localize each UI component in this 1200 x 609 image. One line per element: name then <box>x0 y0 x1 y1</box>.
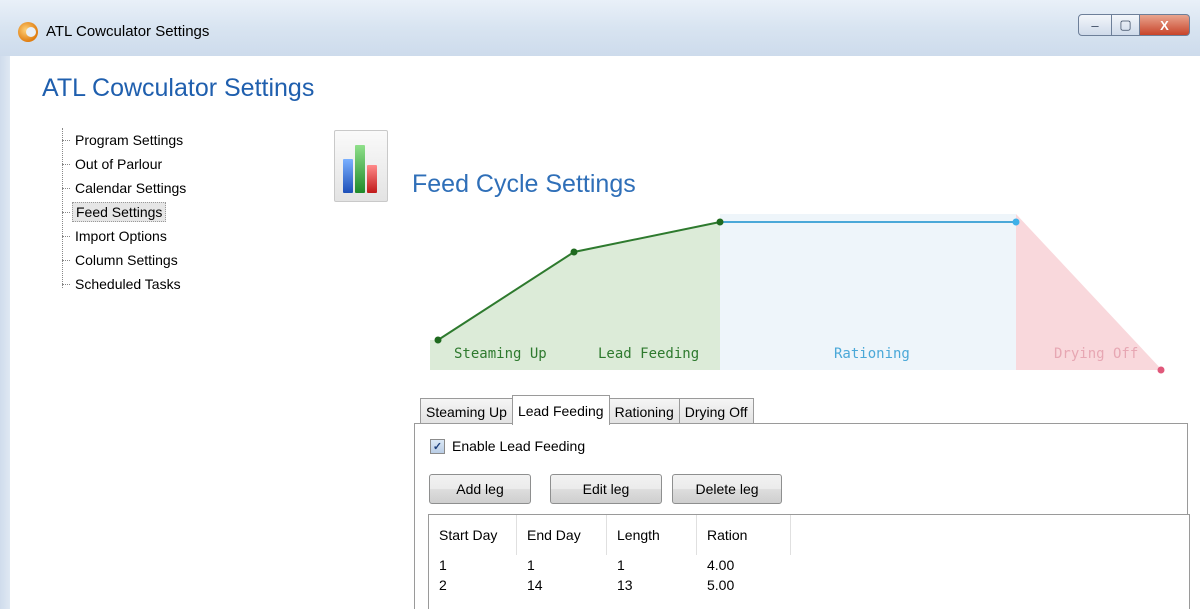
cell-end-day: 14 <box>527 577 543 593</box>
close-button[interactable]: X <box>1140 14 1190 36</box>
cell-start-day: 2 <box>439 577 447 593</box>
legs-table: Start Day End Day Length Ration 1 1 1 4.… <box>428 514 1190 609</box>
column-header-length[interactable]: Length <box>607 515 697 555</box>
cell-end-day: 1 <box>527 557 535 573</box>
column-header-start-day[interactable]: Start Day <box>429 515 517 555</box>
phase-label-rationing: Rationing <box>834 346 910 362</box>
cell-start-day: 1 <box>439 557 447 573</box>
cell-ration: 4.00 <box>707 557 735 573</box>
legs-table-header: Start Day End Day Length Ration <box>429 515 1189 555</box>
column-header-end-day[interactable]: End Day <box>517 515 607 555</box>
enable-lead-feeding-row[interactable]: ✓ Enable Lead Feeding <box>430 438 585 454</box>
table-row[interactable]: 2 14 13 5.00 <box>429 575 1189 595</box>
window-controls: – ▢ X <box>1078 14 1190 38</box>
phase-tabs: Steaming Up Lead Feeding Rationing Dryin… <box>420 395 754 425</box>
feed-cycle-diagram: Steaming Up Lead Feeding Rationing Dryin… <box>430 214 1165 374</box>
table-row[interactable]: 1 1 1 4.00 <box>429 555 1189 575</box>
diagram-point <box>570 248 578 256</box>
tab-steaming-up[interactable]: Steaming Up <box>420 398 513 424</box>
settings-nav-tree: Program Settings Out of Parlour Calendar… <box>62 128 189 296</box>
nav-item-label: Scheduled Tasks <box>75 276 181 292</box>
cell-length: 1 <box>617 557 625 573</box>
cell-length: 13 <box>617 577 633 593</box>
phase-label-lead-feeding: Lead Feeding <box>598 346 699 362</box>
phase-label-drying-off: Drying Off <box>1054 346 1138 362</box>
nav-item-feed-settings[interactable]: Feed Settings <box>62 200 189 224</box>
tab-rationing[interactable]: Rationing <box>608 398 680 424</box>
nav-item-label: Import Options <box>75 228 167 244</box>
nav-item-import-options[interactable]: Import Options <box>62 224 189 248</box>
nav-item-calendar-settings[interactable]: Calendar Settings <box>62 176 189 200</box>
section-title: Feed Cycle Settings <box>412 170 636 198</box>
enable-lead-feeding-checkbox[interactable]: ✓ <box>430 438 445 454</box>
tab-lead-feeding[interactable]: Lead Feeding <box>511 395 610 425</box>
column-header-ration[interactable]: Ration <box>697 515 791 555</box>
edit-leg-button[interactable]: Edit leg <box>550 474 662 504</box>
nav-item-label: Calendar Settings <box>75 180 187 196</box>
nav-item-program-settings[interactable]: Program Settings <box>62 128 189 152</box>
title-bar: ATL Cowculator Settings – ▢ X <box>0 0 1200 56</box>
tab-drying-off[interactable]: Drying Off <box>678 398 754 424</box>
enable-lead-feeding-label: Enable Lead Feeding <box>452 438 586 454</box>
diagram-point <box>1012 218 1020 226</box>
nav-item-label: Feed Settings <box>72 202 167 222</box>
diagram-point <box>716 218 724 226</box>
page-title: ATL Cowculator Settings <box>42 74 315 102</box>
chart-bar-green <box>355 145 365 193</box>
settings-window: ATL Cowculator Settings – ▢ X ATL Cowcul… <box>0 0 1200 609</box>
add-leg-button[interactable]: Add leg <box>429 474 531 504</box>
minimize-button[interactable]: – <box>1078 14 1112 36</box>
chart-bar-blue <box>343 159 353 193</box>
nav-item-label: Out of Parlour <box>75 156 163 172</box>
maximize-button[interactable]: ▢ <box>1112 14 1140 36</box>
nav-item-column-settings[interactable]: Column Settings <box>62 248 189 272</box>
phase-label-steaming-up: Steaming Up <box>454 346 547 362</box>
nav-item-out-of-parlour[interactable]: Out of Parlour <box>62 152 189 176</box>
delete-leg-button[interactable]: Delete leg <box>672 474 782 504</box>
chart-bar-red <box>367 165 377 193</box>
nav-item-label: Program Settings <box>75 132 184 148</box>
nav-item-scheduled-tasks[interactable]: Scheduled Tasks <box>62 272 189 296</box>
diagram-point <box>434 336 442 344</box>
bar-chart-icon <box>334 130 388 202</box>
window-frame <box>0 56 10 609</box>
diagram-point <box>1157 366 1165 374</box>
app-logo-icon <box>18 22 38 42</box>
cell-ration: 5.00 <box>707 577 735 593</box>
nav-item-label: Column Settings <box>75 252 178 268</box>
window-title: ATL Cowculator Settings <box>46 23 210 40</box>
